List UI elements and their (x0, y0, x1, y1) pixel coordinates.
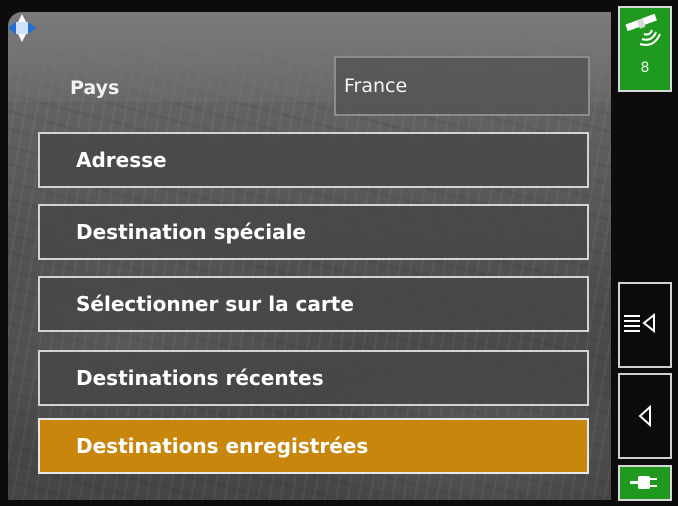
power-button[interactable] (618, 465, 672, 501)
menu-item-recent-destinations[interactable]: Destinations récentes (38, 350, 589, 406)
menu-item-address[interactable]: Adresse (38, 132, 589, 188)
country-selector[interactable]: France (334, 56, 590, 116)
menu-item-saved-destinations[interactable]: Destinations enregistrées (38, 418, 589, 474)
country-label: Pays (70, 77, 120, 99)
satellite-icon (625, 13, 661, 46)
navigation-screen: Pays France Adresse Destination spéciale… (0, 0, 678, 506)
satellite-count: 8 (640, 60, 650, 76)
list-menu-icon (624, 312, 655, 334)
back-button[interactable] (618, 373, 672, 459)
menu-item-select-on-map[interactable]: Sélectionner sur la carte (38, 276, 589, 332)
menu-toggle-button[interactable] (618, 282, 672, 368)
gps-status-button[interactable]: 8 (618, 6, 672, 92)
menu-item-special-destination[interactable]: Destination spéciale (38, 204, 589, 260)
compass-arrows-icon (6, 12, 38, 44)
power-plug-icon (630, 476, 657, 489)
back-triangle-icon (638, 404, 651, 428)
